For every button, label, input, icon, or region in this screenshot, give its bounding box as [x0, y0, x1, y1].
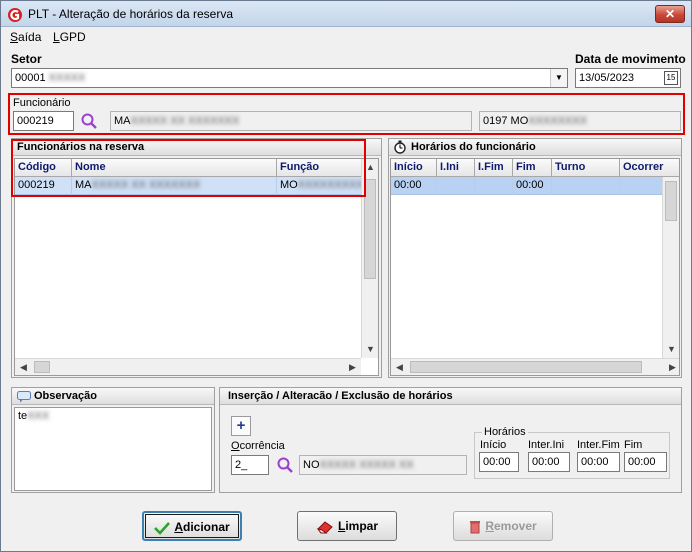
reserva-hscroll[interactable]: ◀ ▶ — [15, 358, 361, 375]
insercao-panel: Inserção / Alteracão / Exclusão de horár… — [219, 387, 682, 493]
stopwatch-icon — [394, 140, 406, 154]
table-row[interactable]: 00:00 00:00 — [391, 177, 679, 195]
plus-icon: + — [236, 417, 246, 434]
insercao-title: Inserção / Alteracão / Exclusão de horár… — [220, 388, 681, 405]
field-label-inter-fim: Inter.Fim — [577, 439, 620, 451]
col-ifim[interactable]: I.Fim — [475, 159, 513, 177]
chevron-down-icon[interactable]: ▼ — [550, 69, 567, 87]
horarios-group-label: Horários — [482, 426, 528, 438]
fim-input[interactable]: 00:00 — [624, 452, 667, 472]
scroll-right-icon[interactable]: ▶ — [344, 359, 361, 375]
inter-fim-input[interactable]: 00:00 — [577, 452, 620, 472]
col-fim[interactable]: Fim — [513, 159, 552, 177]
scroll-left-icon[interactable]: ◀ — [15, 359, 32, 375]
funcionario-name-field: MAXXXXX XX XXXXXXX — [110, 111, 472, 131]
scroll-thumb[interactable] — [34, 361, 50, 373]
main-window: PLT - Alteração de horários da reserva ✕… — [0, 0, 692, 552]
search-icon[interactable] — [80, 112, 98, 130]
inter-ini-input[interactable]: 00:00 — [528, 452, 570, 472]
ocorrencia-label: Ocorrência — [231, 440, 285, 452]
data-movimento-field[interactable]: 13/05/2023 15 — [575, 68, 681, 88]
remover-button[interactable]: Remover — [453, 511, 553, 541]
horarios-grid[interactable]: Início I.Ini I.Fim Fim Turno Ocorrer 00:… — [390, 158, 680, 376]
app-logo-icon — [8, 8, 22, 22]
scroll-thumb[interactable] — [665, 181, 677, 221]
ocorrencia-input[interactable]: 2_ — [231, 455, 269, 475]
cell-inicio: 00:00 — [391, 177, 437, 195]
calendar-icon[interactable]: 15 — [664, 71, 678, 85]
window-title: PLT - Alteração de horários da reserva — [28, 7, 233, 21]
col-turno[interactable]: Turno — [552, 159, 620, 177]
title-bar: PLT - Alteração de horários da reserva ✕ — [1, 1, 691, 27]
menu-lgpd[interactable]: LGPD — [53, 30, 86, 44]
menu-saida[interactable]: Saída — [10, 30, 41, 44]
field-label-inicio: Início — [480, 439, 507, 451]
inicio-input[interactable]: 00:00 — [479, 452, 519, 472]
field-label-inter-ini: Inter.Ini — [528, 439, 565, 451]
col-inicio[interactable]: Início — [391, 159, 437, 177]
observacao-panel: Observação teXXX — [11, 387, 215, 493]
horarios-panel: Horários do funcionário Início I.Ini I.F… — [388, 138, 682, 378]
scroll-left-icon[interactable]: ◀ — [391, 359, 408, 375]
add-horario-button[interactable]: + — [231, 416, 251, 436]
field-label-fim: Fim — [624, 439, 643, 451]
reserva-highlight — [11, 139, 366, 197]
ocorrencia-description: NOXXXXX XXXXX XX — [299, 455, 467, 475]
horarios-panel-title: Horários do funcionário — [389, 139, 681, 156]
cell-fim: 00:00 — [513, 177, 552, 195]
horarios-hscroll[interactable]: ◀ ▶ — [391, 358, 679, 375]
scroll-right-icon[interactable]: ▶ — [664, 359, 679, 375]
horarios-grid-header: Início I.Ini I.Fim Fim Turno Ocorrer — [391, 159, 679, 177]
setor-combobox[interactable]: 00001 XXXXX ▼ — [11, 68, 568, 88]
data-movimento-label: Data de movimento — [575, 52, 686, 66]
observacao-textarea[interactable]: teXXX — [14, 407, 212, 491]
comment-icon — [17, 391, 31, 403]
limpar-button[interactable]: Limpar — [297, 511, 397, 541]
horarios-vscroll[interactable]: ▼ — [662, 177, 679, 358]
trash-icon — [470, 520, 481, 534]
close-icon: ✕ — [664, 7, 676, 21]
cell-ifim — [475, 177, 513, 195]
cell-iini — [437, 177, 475, 195]
col-iini[interactable]: I.Ini — [437, 159, 475, 177]
observacao-title: Observação — [12, 388, 214, 405]
scroll-down-icon[interactable]: ▼ — [362, 341, 378, 358]
funcionario-funcao-field: 0197 MOXXXXXXXX — [479, 111, 681, 131]
funcionario-label: Funcionário — [13, 97, 71, 109]
funcionario-code-input[interactable]: 000219 — [13, 111, 74, 131]
close-button[interactable]: ✕ — [655, 5, 685, 23]
setor-label: Setor — [11, 52, 42, 66]
check-icon — [154, 521, 171, 535]
scroll-down-icon[interactable]: ▼ — [663, 341, 679, 358]
eraser-icon — [316, 521, 333, 534]
scroll-thumb[interactable] — [410, 361, 642, 373]
adicionar-button[interactable]: Adicionar — [142, 511, 242, 541]
col-ocorrer[interactable]: Ocorrer — [620, 159, 679, 177]
search-icon[interactable] — [276, 456, 294, 474]
cell-turno — [552, 177, 620, 195]
menu-bar: Saída LGPD — [1, 28, 691, 46]
